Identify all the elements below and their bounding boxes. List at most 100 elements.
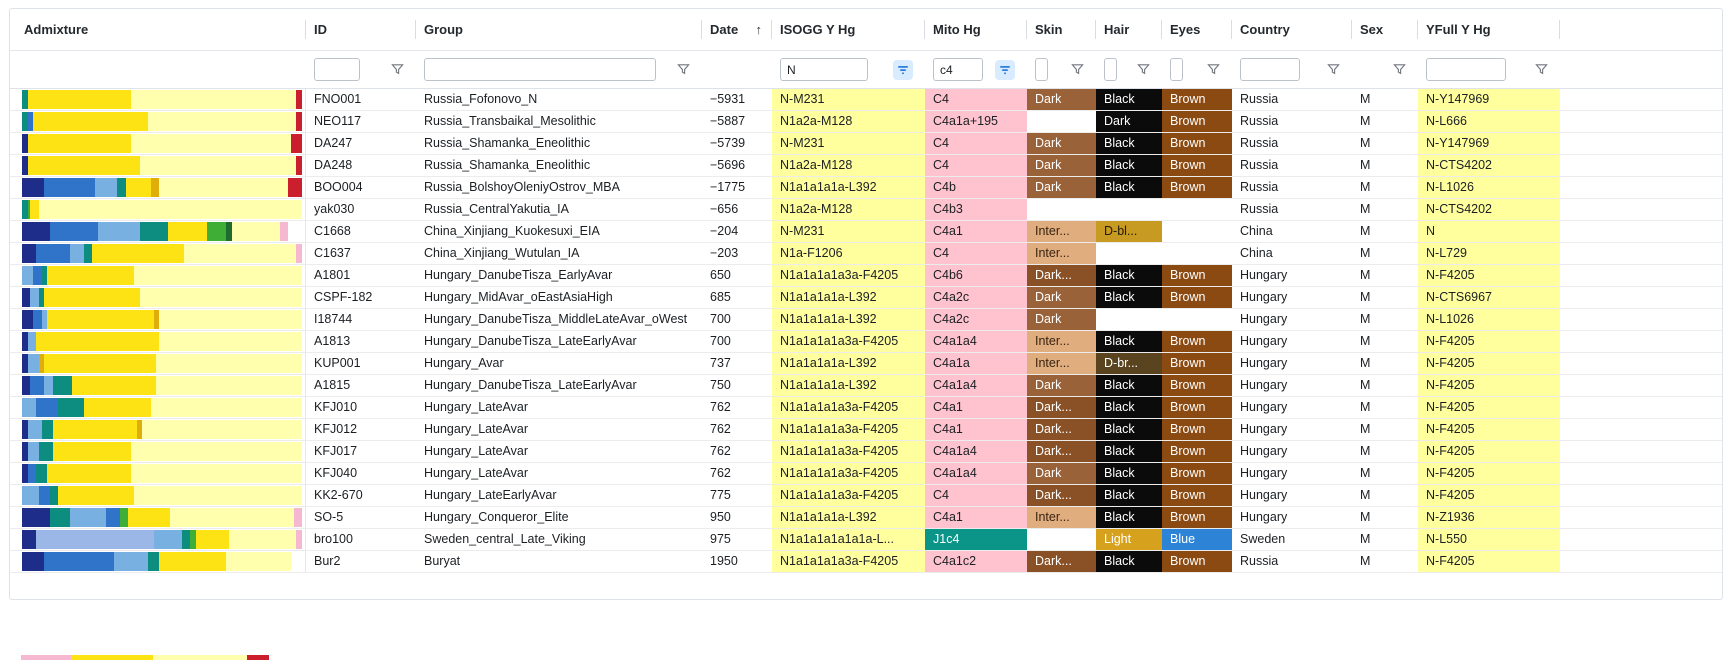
cell-eyes [1162, 243, 1232, 264]
cell-country: Hungary [1232, 353, 1352, 374]
admixture-cell [10, 529, 306, 550]
admixture-segment [128, 508, 170, 527]
table-row[interactable]: C1637China_Xinjiang_Wutulan_IA−203N1a-F1… [10, 243, 1722, 265]
column-header-group[interactable]: Group [416, 9, 702, 50]
filter-cell-mito [925, 51, 1027, 88]
column-label: ID [314, 22, 327, 37]
eyes-filter-input[interactable] [1170, 58, 1183, 81]
filter-funnel-icon[interactable] [1137, 63, 1150, 76]
cell-hair: Black [1096, 265, 1162, 286]
filter-funnel-icon[interactable] [391, 63, 404, 76]
admixture-cell [10, 265, 306, 286]
table-row[interactable]: CSPF-182Hungary_MidAvar_oEastAsiaHigh685… [10, 287, 1722, 309]
column-header-id[interactable]: ID [306, 9, 416, 50]
cell-sex: M [1352, 507, 1418, 528]
cell-country: Hungary [1232, 331, 1352, 352]
skin-filter-input[interactable] [1035, 58, 1048, 81]
table-row[interactable]: KFJ040Hungary_LateAvar762N1a1a1a1a3a-F42… [10, 463, 1722, 485]
cell-country: Hungary [1232, 309, 1352, 330]
cell-eyes: Brown [1162, 353, 1232, 374]
cell-eyes [1162, 199, 1232, 220]
cell-hair [1096, 309, 1162, 330]
cell-sex: M [1352, 199, 1418, 220]
admixture-segment [229, 530, 296, 549]
filter-funnel-icon[interactable] [677, 63, 690, 76]
group-filter-input[interactable] [424, 58, 656, 81]
admixture-segment [22, 178, 44, 197]
table-row[interactable]: KFJ012Hungary_LateAvar762N1a1a1a1a3a-F42… [10, 419, 1722, 441]
column-label: Sex [1360, 22, 1383, 37]
admixture-segment [114, 552, 148, 571]
column-header-skin[interactable]: Skin [1027, 9, 1096, 50]
table-row[interactable]: KK2-670Hungary_LateEarlyAvar775N1a1a1a1a… [10, 485, 1722, 507]
table-row[interactable]: BOO004Russia_BolshoyOleniyOstrov_MBA−177… [10, 177, 1722, 199]
column-header-yfull-y-hg[interactable]: YFull Y Hg [1418, 9, 1560, 50]
isogg-filter-input[interactable] [780, 58, 868, 81]
header-filler [1560, 9, 1722, 50]
filter-funnel-icon[interactable] [1393, 63, 1406, 76]
country-filter-input[interactable] [1240, 58, 1300, 81]
table-row[interactable]: yak030Russia_CentralYakutia_IA−656N1a2a-… [10, 199, 1722, 221]
cell-isogg: N1a1a1a1a-L392 [772, 353, 925, 374]
cell-hair: Black [1096, 419, 1162, 440]
cell-group: Russia_Transbaikal_Mesolithic [416, 111, 702, 132]
table-row[interactable]: A1813Hungary_DanubeTisza_LateEarlyAvar70… [10, 331, 1722, 353]
cell-sex: M [1352, 155, 1418, 176]
cell-mito: C4a1 [925, 507, 1027, 528]
admixture-segment [148, 552, 159, 571]
filter-funnel-icon[interactable] [1327, 63, 1340, 76]
table-row[interactable]: A1815Hungary_DanubeTisza_LateEarlyAvar75… [10, 375, 1722, 397]
admixture-cell [10, 155, 306, 176]
active-filter-icon[interactable] [893, 60, 913, 80]
table-row[interactable]: KFJ017Hungary_LateAvar762N1a1a1a1a3a-F42… [10, 441, 1722, 463]
column-header-admixture[interactable]: Admixture [10, 9, 306, 50]
admixture-segment [156, 376, 302, 395]
column-label: ISOGG Y Hg [780, 22, 855, 37]
column-header-date[interactable]: Date↑ [702, 9, 772, 50]
table-row[interactable]: C1668China_Xinjiang_Kuokesuxi_EIA−204N-M… [10, 221, 1722, 243]
cell-sex: M [1352, 485, 1418, 506]
column-header-eyes[interactable]: Eyes [1162, 9, 1232, 50]
table-row[interactable]: bro100Sweden_central_Late_Viking975N1a1a… [10, 529, 1722, 551]
filter-funnel-icon[interactable] [1535, 63, 1548, 76]
column-label: Mito Hg [933, 22, 981, 37]
table-row[interactable]: DA248Russia_Shamanka_Eneolithic−5696N1a2… [10, 155, 1722, 177]
table-row[interactable]: Bur2Buryat1950N1a1a1a1a3a-F4205C4a1c2Dar… [10, 551, 1722, 573]
active-filter-icon[interactable] [995, 60, 1015, 80]
admixture-bar [22, 552, 302, 571]
sort-asc-icon[interactable]: ↑ [756, 22, 763, 37]
admixture-segment [288, 222, 302, 241]
filter-funnel-icon[interactable] [1207, 63, 1220, 76]
admixture-cell [10, 199, 306, 220]
cell-mito: C4a1 [925, 397, 1027, 418]
table-row[interactable]: KFJ010Hungary_LateAvar762N1a1a1a1a3a-F42… [10, 397, 1722, 419]
table-row[interactable]: KUP001Hungary_Avar737N1a1a1a1a-L392C4a1a… [10, 353, 1722, 375]
cell-isogg: N1a1a1a1a3a-F4205 [772, 551, 925, 572]
admixture-cell [10, 309, 306, 330]
column-header-sex[interactable]: Sex [1352, 9, 1418, 50]
column-header-country[interactable]: Country [1232, 9, 1352, 50]
id-filter-input[interactable] [314, 58, 360, 81]
filter-funnel-icon[interactable] [1071, 63, 1084, 76]
cell-date: 950 [702, 507, 772, 528]
yfull-filter-input[interactable] [1426, 58, 1506, 81]
table-row[interactable]: FNO001Russia_Fofonovo_N−5931N-M231C4Dark… [10, 89, 1722, 111]
admixture-segment [131, 90, 296, 109]
hair-filter-input[interactable] [1104, 58, 1117, 81]
cell-hair: Black [1096, 177, 1162, 198]
table-row[interactable]: SO-5Hungary_Conqueror_Elite950N1a1a1a1a-… [10, 507, 1722, 529]
table-row[interactable]: NEO117Russia_Transbaikal_Mesolithic−5887… [10, 111, 1722, 133]
table-row[interactable]: I18744Hungary_DanubeTisza_MiddleLateAvar… [10, 309, 1722, 331]
cell-mito: C4a1a [925, 353, 1027, 374]
admixture-cell [10, 353, 306, 374]
column-header-isogg-y-hg[interactable]: ISOGG Y Hg [772, 9, 925, 50]
admixture-segment [92, 244, 184, 263]
column-header-hair[interactable]: Hair [1096, 9, 1162, 50]
mito-filter-input[interactable] [933, 58, 983, 81]
table-row[interactable]: DA247Russia_Shamanka_Eneolithic−5739N-M2… [10, 133, 1722, 155]
column-header-mito-hg[interactable]: Mito Hg [925, 9, 1027, 50]
column-label: Skin [1035, 22, 1062, 37]
table-row[interactable]: A1801Hungary_DanubeTisza_EarlyAvar650N1a… [10, 265, 1722, 287]
cell-yfull: N-Y147969 [1418, 89, 1560, 110]
admixture-segment [22, 530, 36, 549]
